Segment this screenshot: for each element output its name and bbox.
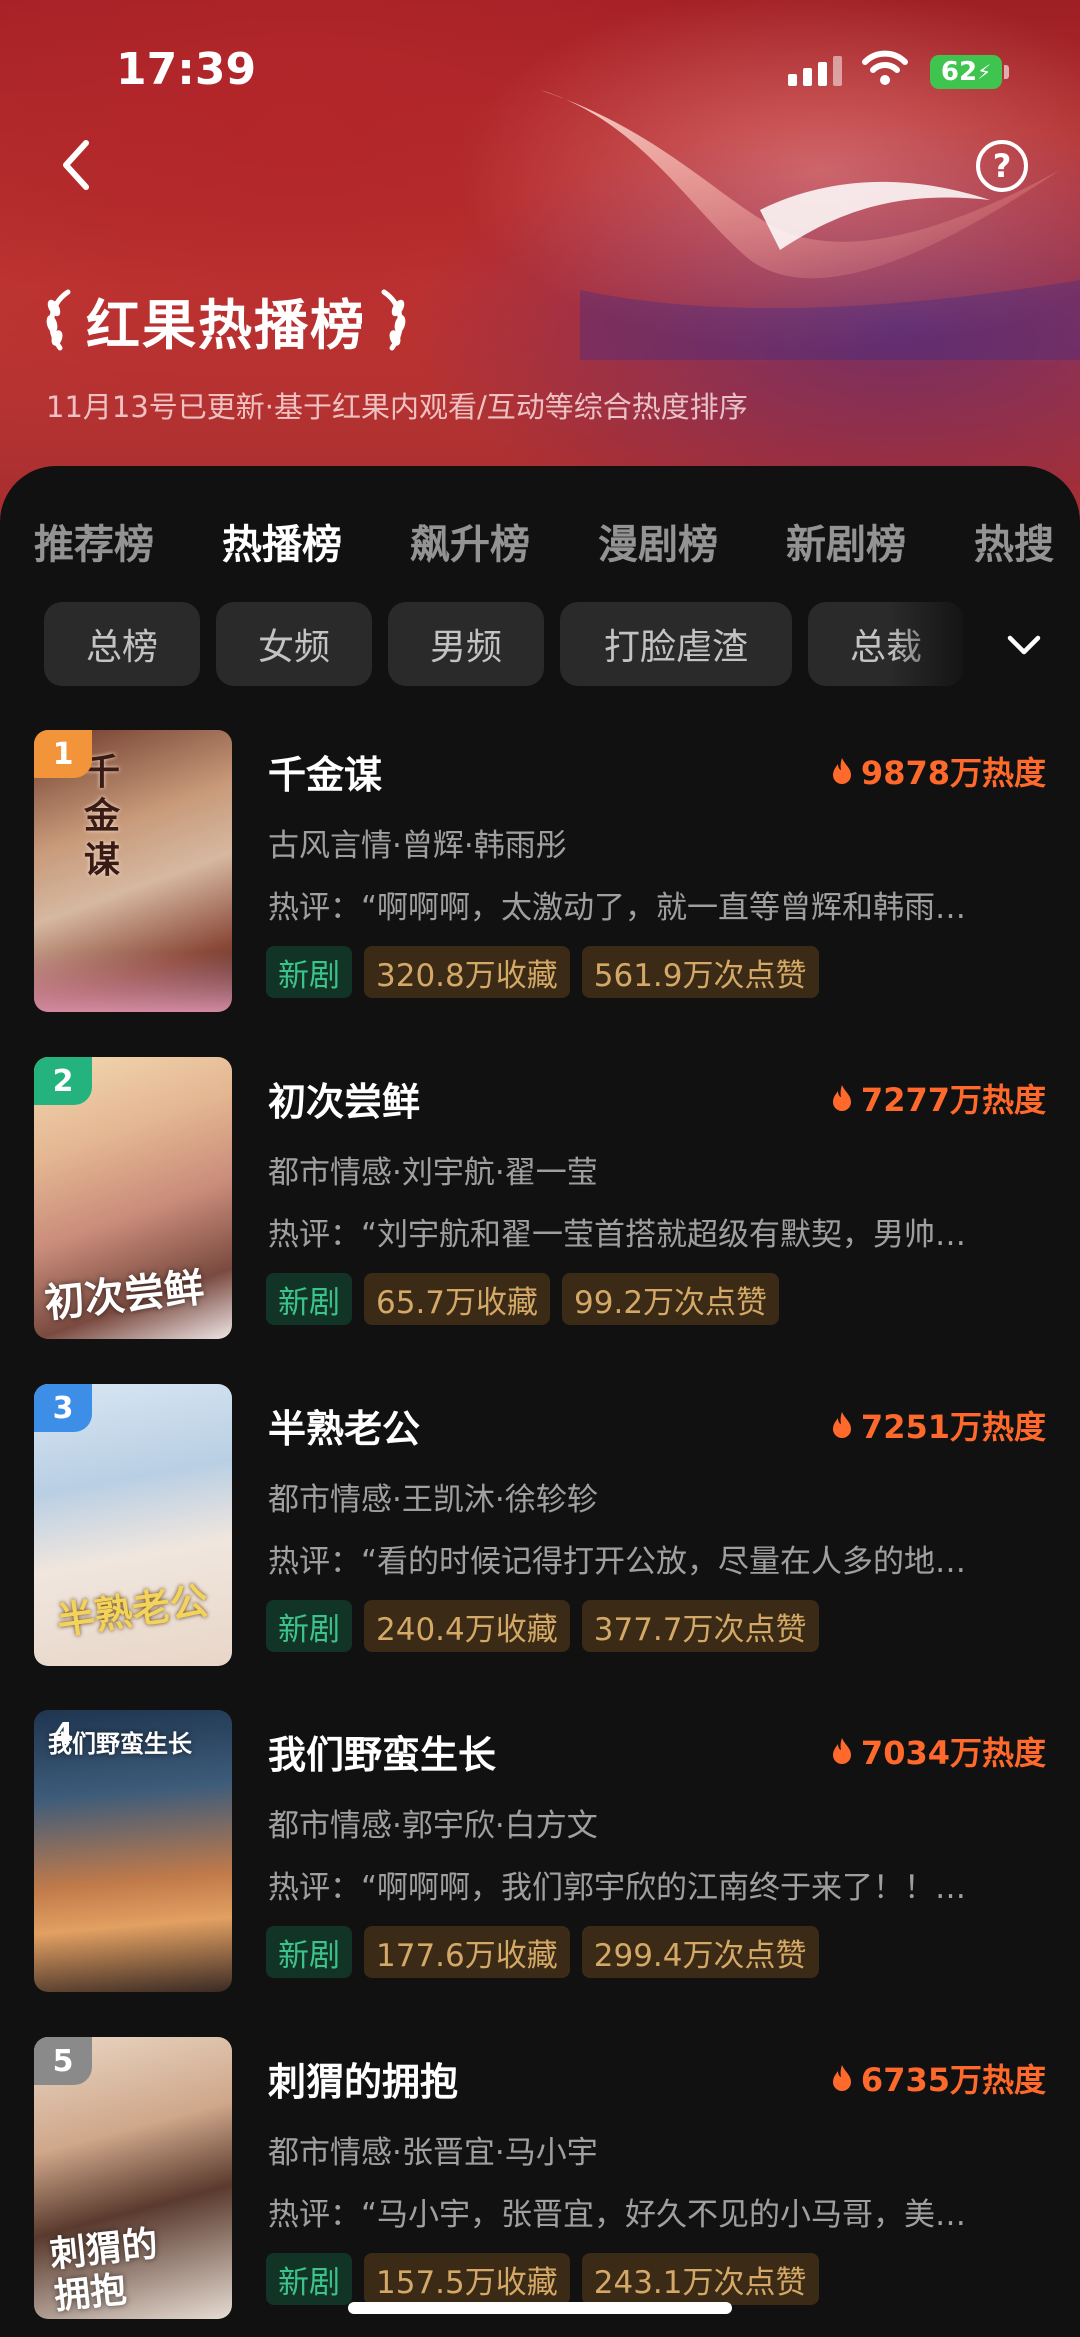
favorites-tag: 320.8万收藏 [364, 946, 570, 998]
list-item[interactable]: 千金谋 1 千金谋 9878万热度 古风言情·曾辉·韩雨彤 热评：“啊啊啊，太激… [0, 730, 1080, 1020]
drama-meta: 都市情感·张晋宜·马小宇 [268, 2135, 598, 2171]
back-arrow-icon[interactable] [56, 135, 96, 195]
likes-tag: 99.2万次点赞 [562, 1273, 780, 1325]
filter-chips: 总榜 女频 男频 打脸虐渣 总裁 [0, 602, 1080, 692]
tag-row: 新剧 320.8万收藏 561.9万次点赞 [266, 946, 819, 998]
heat-text: 9878万热度 [860, 754, 1046, 792]
likes-tag: 561.9万次点赞 [581, 946, 819, 998]
flame-icon [832, 1738, 851, 1764]
favorites-tag: 65.7万收藏 [364, 1273, 551, 1325]
chevron-down-icon[interactable] [1004, 630, 1044, 660]
list-item[interactable]: 刺猬的拥抱 5 刺猬的拥抱 6735万热度 都市情感·张晋宜·马小宇 热评：“马… [0, 2037, 1080, 2327]
tab-comic[interactable]: 漫剧榜 [598, 512, 718, 570]
likes-tag: 377.7万次点赞 [581, 1600, 819, 1652]
page-title-row: 红果热播榜 [40, 280, 412, 360]
heat-text: 7251万热度 [860, 1408, 1046, 1446]
drama-meta: 都市情感·郭宇欣·白方文 [268, 1808, 598, 1844]
tab-hot-play[interactable]: 热播榜 [222, 512, 342, 570]
hot-review: 热评：“刘宇航和翟一莹首搭就超级有默契，男帅… [268, 1217, 967, 1253]
hot-review: 热评：“马小宇，张晋宜，好久不见的小马哥，美… [268, 2197, 967, 2233]
poster-title-text: 刺猬的拥抱 [47, 2222, 160, 2318]
tag-row: 新剧 65.7万收藏 99.2万次点赞 [266, 1273, 780, 1325]
tab-recommend[interactable]: 推荐榜 [34, 512, 154, 570]
rank-badge: 1 [34, 730, 92, 778]
drama-title: 刺猬的拥抱 [268, 2060, 459, 2104]
likes-tag: 243.1万次点赞 [581, 2253, 819, 2305]
heat-text: 7277万热度 [860, 1081, 1046, 1119]
tag-row: 新剧 240.4万收藏 377.7万次点赞 [266, 1600, 819, 1652]
tag-row: 新剧 157.5万收藏 243.1万次点赞 [266, 2253, 819, 2305]
chip-all[interactable]: 总榜 [44, 602, 200, 686]
help-icon[interactable]: ? [976, 140, 1028, 192]
battery-level: 62 [940, 57, 978, 87]
drama-title: 初次尝鲜 [268, 1080, 421, 1124]
laurel-left-icon [46, 289, 71, 351]
rank-badge: 5 [34, 2037, 92, 2085]
header-banner: 17:39 62 ⚡ ? 红果热播榜 11月13号已更新·基于红果内观看/互动等… [0, 0, 1080, 520]
flame-icon [832, 1412, 851, 1438]
list-item[interactable]: 初次尝鲜 2 初次尝鲜 7277万热度 都市情感·刘宇航·翟一莹 热评：“刘宇航… [0, 1057, 1080, 1347]
home-indicator[interactable] [348, 2302, 732, 2314]
list-item[interactable]: 我们野蛮生长 4 我们野蛮生长 7034万热度 都市情感·郭宇欣·白方文 热评：… [0, 1710, 1080, 2000]
favorites-tag: 177.6万收藏 [364, 1926, 570, 1978]
battery-icon: 62 ⚡ [930, 55, 1002, 89]
status-bar: 17:39 62 ⚡ [0, 0, 1080, 140]
tab-new[interactable]: 新剧榜 [786, 512, 906, 570]
heat-value: 7034万热度 [831, 1728, 1046, 1774]
tab-rising[interactable]: 飙升榜 [410, 512, 530, 570]
rank-badge: 2 [34, 1057, 92, 1105]
drama-meta: 都市情感·刘宇航·翟一莹 [268, 1155, 598, 1191]
heat-value: 6735万热度 [831, 2055, 1046, 2101]
heat-text: 7034万热度 [860, 1734, 1046, 1772]
new-tag: 新剧 [266, 946, 352, 998]
poster-title-text: 初次尝鲜 [42, 1263, 207, 1328]
poster-title-text: 半熟老公 [54, 1577, 211, 1644]
hot-review: 热评：“啊啊啊，我们郭宇欣的江南终于来了！！… [268, 1870, 967, 1906]
page-subtitle: 11月13号已更新·基于红果内观看/互动等综合热度排序 [46, 390, 748, 424]
tab-hot-search[interactable]: 热搜 [974, 512, 1054, 570]
favorites-tag: 157.5万收藏 [364, 2253, 570, 2305]
heat-value: 7251万热度 [831, 1402, 1046, 1448]
flame-icon [832, 758, 851, 784]
new-tag: 新剧 [266, 2253, 352, 2305]
poster-title-text: 千金谋 [84, 751, 121, 881]
hot-review: 热评：“啊啊啊，太激动了，就一直等曾辉和韩雨… [268, 890, 967, 926]
drama-title: 半熟老公 [268, 1407, 421, 1451]
drama-title: 我们野蛮生长 [268, 1733, 497, 1777]
battery-tip [1004, 65, 1009, 79]
flame-icon [832, 2065, 851, 2091]
heat-text: 6735万热度 [860, 2061, 1046, 2099]
chip-male[interactable]: 男频 [388, 602, 544, 686]
ranking-tabs: 推荐榜 热播榜 飙升榜 漫剧榜 新剧榜 热搜 [0, 512, 1080, 592]
heat-value: 9878万热度 [831, 748, 1046, 794]
new-tag: 新剧 [266, 1273, 352, 1325]
flame-icon [832, 1085, 851, 1111]
heat-value: 7277万热度 [831, 1075, 1046, 1121]
chip-fade [890, 602, 1080, 692]
new-tag: 新剧 [266, 1600, 352, 1652]
chip-female[interactable]: 女频 [216, 602, 372, 686]
chip-revenge[interactable]: 打脸虐渣 [560, 602, 792, 686]
drama-meta: 都市情感·王凯沐·徐轸轸 [268, 1482, 598, 1518]
status-time: 17:39 [116, 44, 257, 95]
list-item[interactable]: 半熟老公 3 半熟老公 7251万热度 都市情感·王凯沐·徐轸轸 热评：“看的时… [0, 1384, 1080, 1674]
drama-meta: 古风言情·曾辉·韩雨彤 [268, 828, 567, 864]
likes-tag: 299.4万次点赞 [581, 1926, 819, 1978]
favorites-tag: 240.4万收藏 [364, 1600, 570, 1652]
wifi-icon [862, 50, 908, 85]
new-tag: 新剧 [266, 1926, 352, 1978]
drama-title: 千金谋 [268, 753, 383, 797]
tag-row: 新剧 177.6万收藏 299.4万次点赞 [266, 1926, 819, 1978]
page-title: 红果热播榜 [86, 293, 366, 357]
laurel-right-icon [381, 289, 406, 351]
hot-review: 热评：“看的时候记得打开公放，尽量在人多的地… [268, 1544, 967, 1580]
rank-badge: 3 [34, 1384, 92, 1432]
signal-icon [788, 56, 842, 86]
rank-badge: 4 [52, 1716, 74, 1752]
